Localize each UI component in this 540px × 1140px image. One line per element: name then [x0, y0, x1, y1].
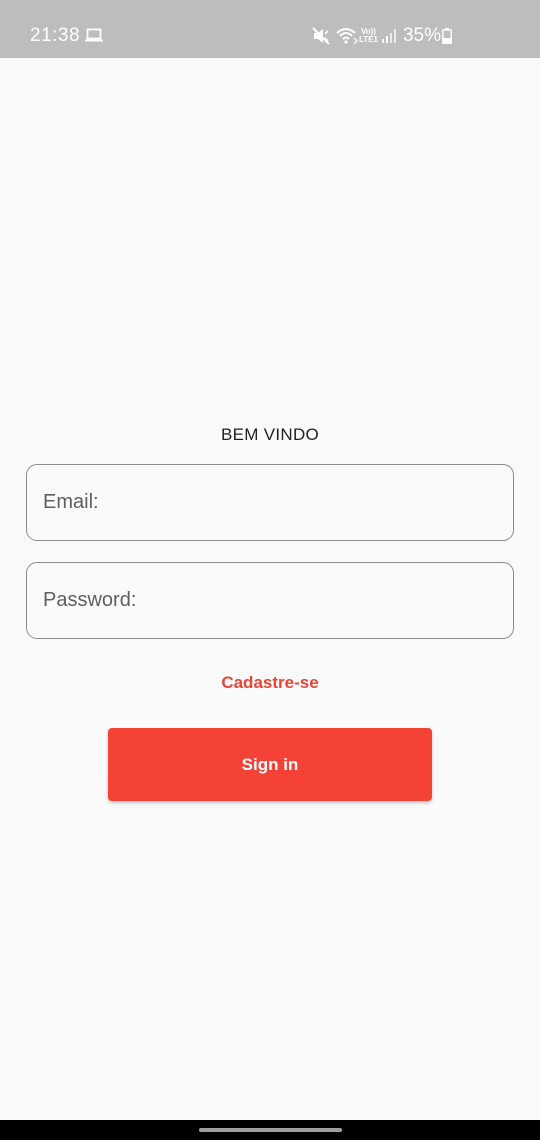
- wifi-icon: [336, 28, 358, 45]
- battery-icon: [442, 28, 452, 44]
- status-icons: Vo)) LTE1 35%: [312, 22, 452, 50]
- welcome-title: BEM VINDO: [220, 425, 320, 444]
- status-time: 21:38: [30, 25, 81, 46]
- sign-in-button[interactable]: Sign in: [108, 728, 432, 801]
- signup-link[interactable]: Cadastre-se: [0, 672, 540, 694]
- volte-label-bottom: LTE1: [359, 35, 378, 44]
- login-screen: 21:38 Vo)) LTE1 35% BEM VINDO Email: Cad…: [0, 0, 540, 1140]
- battery-percent: 35%: [402, 25, 441, 46]
- signal-icon: [381, 29, 396, 43]
- email-field[interactable]: [26, 464, 514, 541]
- home-gesture-handle[interactable]: [199, 1128, 342, 1132]
- status-bar: 21:38 Vo)) LTE1 35%: [0, 0, 540, 58]
- volte-icon: Vo)) LTE1: [359, 28, 378, 44]
- navigation-bar: [0, 1120, 540, 1140]
- password-field[interactable]: [26, 562, 514, 639]
- laptop-icon: [85, 28, 103, 42]
- mute-icon: [312, 27, 330, 45]
